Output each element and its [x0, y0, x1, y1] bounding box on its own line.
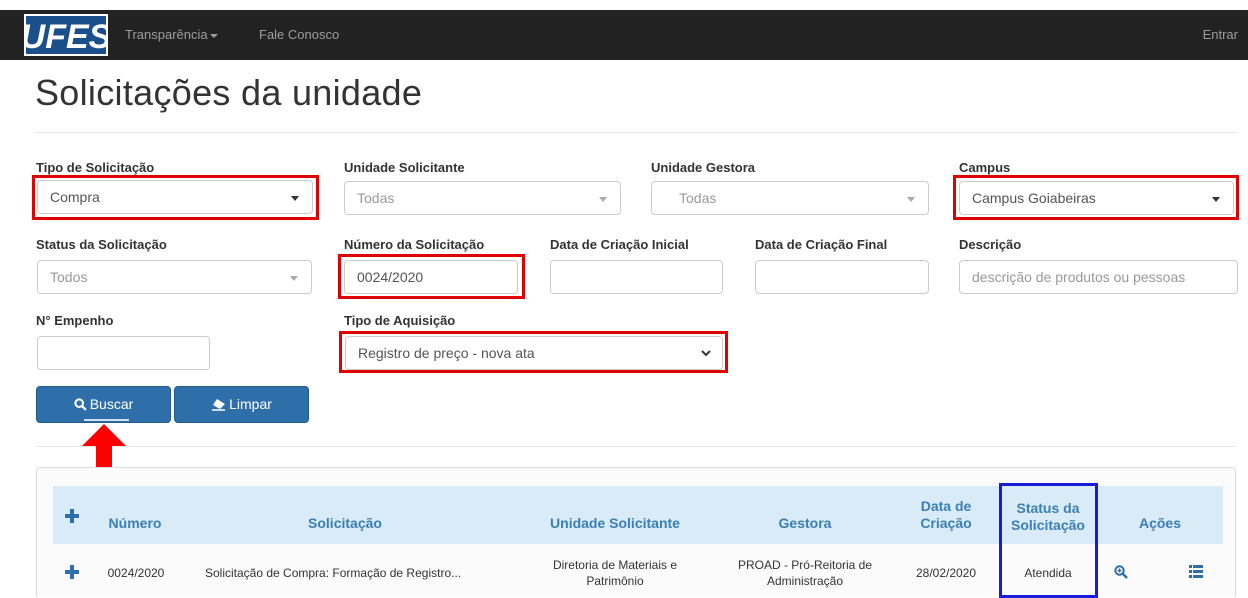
status-value: Todos	[50, 269, 88, 285]
button-underline	[84, 419, 129, 421]
annotation-box	[338, 254, 525, 299]
th-data-line2: Criação	[920, 515, 972, 531]
label-data-inicial: Data de Criação Inicial	[550, 237, 689, 252]
label-tipo-solicitacao: Tipo de Solicitação	[36, 160, 155, 175]
label-unidade-gestora: Unidade Gestora	[651, 160, 756, 175]
th-data-criacao[interactable]: Data de Criação	[906, 498, 986, 532]
cell-gestora-line1: PROAD - Pró-Reitoria de	[737, 558, 873, 572]
cell-unidade-line1: Diretoria de Materiais e	[552, 558, 678, 572]
unidade-gestora-value: Todas	[679, 190, 717, 206]
th-unidade-solicitante[interactable]: Unidade Solicitante	[535, 515, 695, 532]
label-descricao: Descrição	[959, 237, 1022, 252]
cell-numero: 0024/2020	[107, 566, 165, 580]
annotation-box	[339, 331, 728, 373]
label-data-final: Data de Criação Final	[755, 237, 888, 252]
unidade-solicitante-select[interactable]: Todas	[344, 181, 621, 215]
search-icon	[74, 398, 87, 411]
cell-unidade-line2: Patrimônio	[586, 574, 644, 588]
label-campus: Campus	[959, 160, 1011, 175]
annotation-box-status	[999, 483, 1098, 598]
chevron-down-icon	[209, 33, 218, 38]
navbar: UFES Transparência Fale Conosco Entrar	[0, 0, 1248, 66]
label-tipo-aquisicao: Tipo de Aquisição	[344, 313, 456, 328]
plus-icon[interactable]	[65, 509, 79, 523]
zoom-in-icon[interactable]	[1114, 565, 1128, 579]
annotation-box	[32, 175, 319, 220]
buscar-label: Buscar	[89, 396, 134, 412]
list-icon[interactable]	[1189, 565, 1203, 578]
th-numero[interactable]: Número	[100, 515, 170, 532]
label-status: Status da Solicitação	[36, 237, 167, 252]
caret-down-icon	[290, 276, 298, 281]
nav-fale-conosco[interactable]: Fale Conosco	[259, 27, 339, 42]
cell-data: 28/02/2020	[915, 566, 977, 580]
limpar-label: Limpar	[229, 396, 272, 412]
data-final-input[interactable]	[755, 260, 929, 294]
empenho-input[interactable]	[37, 336, 210, 370]
data-inicial-input[interactable]	[550, 260, 723, 294]
descricao-placeholder: descrição de produtos ou pessoas	[972, 269, 1186, 285]
cell-gestora: PROAD - Pró-Reitoria de Administração	[710, 557, 900, 589]
limpar-button[interactable]: Limpar	[174, 386, 309, 423]
divider	[36, 132, 1236, 133]
label-unidade-solicitante: Unidade Solicitante	[344, 160, 465, 175]
eraser-icon	[212, 399, 226, 411]
svg-text:UFES: UFES	[24, 18, 108, 56]
login-link[interactable]: Entrar	[1203, 27, 1238, 42]
annotation-box	[953, 175, 1239, 220]
status-select[interactable]: Todos	[37, 260, 312, 294]
cell-gestora-line2: Administração	[766, 574, 844, 588]
label-empenho: N° Empenho	[36, 313, 114, 328]
th-acoes: Ações	[1138, 515, 1182, 531]
plus-icon[interactable]	[65, 565, 79, 579]
descricao-input[interactable]: descrição de produtos ou pessoas	[959, 260, 1238, 294]
unidade-solicitante-value: Todas	[357, 190, 395, 206]
th-data-line1: Data de	[920, 498, 972, 514]
caret-down-icon	[907, 197, 915, 202]
divider	[36, 446, 1236, 447]
page-title: Solicitações da unidade	[35, 72, 423, 113]
th-solicitacao[interactable]: Solicitação	[270, 515, 420, 532]
ufes-logo[interactable]: UFES	[24, 14, 108, 56]
buscar-button[interactable]: Buscar	[36, 386, 171, 423]
label-numero: Número da Solicitação	[344, 237, 485, 252]
nav-transparencia[interactable]: Transparência	[125, 27, 218, 42]
th-gestora[interactable]: Gestora	[750, 515, 860, 532]
cell-solicitacao: Solicitação de Compra: Formação de Regis…	[205, 566, 462, 580]
unidade-gestora-select[interactable]: Todas	[651, 181, 929, 215]
cell-unidade: Diretoria de Materiais e Patrimônio	[530, 557, 700, 589]
caret-down-icon	[599, 197, 607, 202]
